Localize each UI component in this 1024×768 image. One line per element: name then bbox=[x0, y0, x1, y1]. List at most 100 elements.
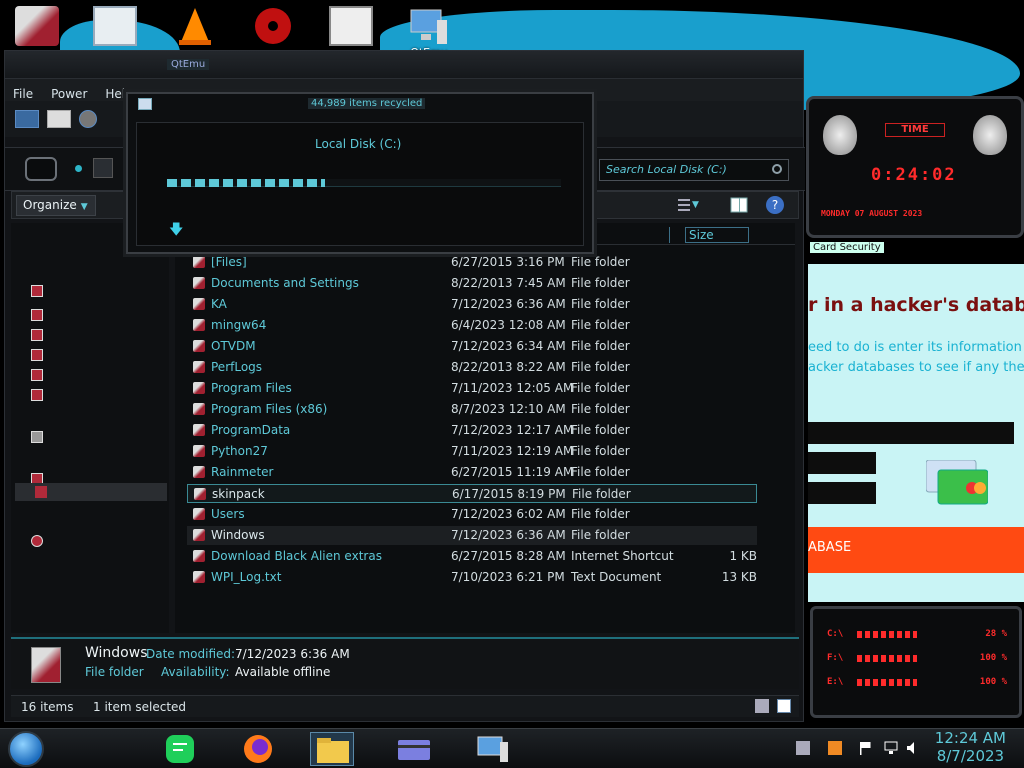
table-row[interactable]: WPI_Log.txt 7/10/2023 6:21 PM Text Documen… bbox=[187, 568, 757, 587]
folder-icon bbox=[193, 382, 205, 394]
file-name: ProgramData bbox=[211, 423, 291, 437]
file-name: mingw64 bbox=[211, 318, 267, 332]
table-row[interactable]: [Files] 6/27/2015 3:16 PM File folder bbox=[187, 253, 757, 272]
file-date: 6/27/2015 3:16 PM bbox=[451, 255, 565, 269]
nav-item-homegroup[interactable] bbox=[31, 431, 43, 447]
dialog-app-icon bbox=[138, 98, 152, 110]
organize-button[interactable]: Organize ▼ bbox=[16, 195, 96, 216]
status-selection: 1 item selected bbox=[93, 700, 187, 714]
expiry-input[interactable] bbox=[808, 452, 876, 474]
nav-item[interactable] bbox=[31, 285, 43, 301]
power-icon[interactable] bbox=[79, 110, 97, 128]
progress-dialog[interactable]: 44,989 items recycled Local Disk (C:) 🡇 bbox=[126, 92, 594, 254]
organize-label: Organize bbox=[23, 198, 77, 212]
table-row[interactable]: mingw64 6/4/2023 12:08 AM File folder bbox=[187, 316, 757, 335]
browser-tab[interactable]: Card Security bbox=[810, 242, 884, 253]
table-row[interactable]: Python27 7/11/2023 12:19 AM File folder bbox=[187, 442, 757, 461]
taskbar-app-firefox[interactable] bbox=[236, 732, 280, 766]
more-details-arrow-icon[interactable]: 🡇 bbox=[169, 219, 183, 243]
table-row[interactable]: KA 7/12/2023 6:36 AM File folder bbox=[187, 295, 757, 314]
taskbar-clock[interactable]: 12:24 AM 8/7/2023 bbox=[935, 729, 1006, 765]
check-database-button[interactable]: ABASE bbox=[808, 527, 1024, 573]
nav-item[interactable] bbox=[31, 369, 43, 385]
chevron-down-icon[interactable]: ▼ bbox=[692, 196, 710, 214]
folder-icon bbox=[193, 529, 205, 541]
file-date: 8/22/2013 8:22 AM bbox=[451, 360, 566, 374]
dialog-destination-link[interactable]: Local Disk (C:) bbox=[315, 137, 401, 151]
window-title: QtEmu bbox=[167, 59, 210, 70]
taskbar-app-qtemu[interactable] bbox=[470, 732, 514, 766]
keyboard-icon[interactable] bbox=[796, 741, 810, 755]
nav-item[interactable] bbox=[31, 349, 43, 365]
table-row[interactable]: OTVDM 7/12/2023 6:34 AM File folder bbox=[187, 337, 757, 356]
details-availability-value: Available offline bbox=[235, 665, 331, 679]
homegroup-icon bbox=[31, 431, 43, 443]
table-row[interactable]: skinpack 6/17/2015 8:19 PM File folder bbox=[187, 484, 757, 503]
taskbar-app-chat[interactable] bbox=[158, 732, 202, 766]
file-name: Users bbox=[211, 507, 245, 521]
nav-item[interactable] bbox=[31, 389, 43, 405]
table-row[interactable]: PerfLogs 8/22/2013 8:22 AM File folder bbox=[187, 358, 757, 377]
nav-item-network[interactable] bbox=[31, 535, 43, 551]
printer-icon[interactable] bbox=[47, 110, 71, 128]
widget-date: MONDAY 07 AUGUST 2023 bbox=[821, 209, 923, 218]
card-number-input[interactable] bbox=[808, 422, 1014, 444]
taskbar-app-card[interactable] bbox=[392, 732, 436, 766]
progress-bar-fill bbox=[167, 179, 325, 187]
page-heading: r in a hacker's database bbox=[808, 294, 1024, 316]
drive-meter-row: C:\ 28 % bbox=[827, 629, 1007, 641]
file-type: Internet Shortcut bbox=[571, 549, 674, 563]
table-row[interactable]: Rainmeter 6/27/2015 11:19 AM File folder bbox=[187, 463, 757, 482]
menu-file[interactable]: File bbox=[13, 87, 33, 101]
monitor-icon[interactable] bbox=[15, 110, 39, 128]
start-button[interactable] bbox=[8, 731, 44, 767]
window-titlebar[interactable]: QtEmu bbox=[5, 51, 803, 79]
folder-icon bbox=[193, 508, 205, 520]
drive-meter-row: F:\ 100 % bbox=[827, 653, 1007, 665]
browser-tab-bar: Card Security bbox=[808, 238, 1024, 264]
table-row[interactable]: ProgramData 7/12/2023 12:17 AM File folder bbox=[187, 421, 757, 440]
action-center-flag-icon[interactable] bbox=[858, 741, 872, 755]
folder-icon bbox=[193, 403, 205, 415]
back-button[interactable] bbox=[25, 157, 57, 181]
status-item-count: 16 items bbox=[21, 700, 74, 714]
nav-item-local-disk-selected[interactable] bbox=[15, 483, 167, 501]
menu-power[interactable]: Power bbox=[51, 87, 87, 101]
taskbar-app-explorer[interactable] bbox=[310, 732, 354, 766]
details-view-icon[interactable] bbox=[755, 699, 769, 713]
cvv-input[interactable] bbox=[808, 482, 876, 504]
file-name: [Files] bbox=[211, 255, 247, 269]
table-row[interactable]: Users 7/12/2023 6:02 AM File folder bbox=[187, 505, 757, 524]
details-pane: Windows File folder Date modified: 7/12/… bbox=[11, 637, 799, 689]
table-row[interactable]: Windows 7/12/2023 6:36 AM File folder bbox=[187, 526, 757, 545]
table-row[interactable]: Download Black Alien extras 6/27/2015 8:2… bbox=[187, 547, 757, 566]
file-name: skinpack bbox=[212, 487, 265, 501]
column-header-size[interactable]: Size bbox=[685, 227, 749, 243]
table-row[interactable]: Program Files (x86) 8/7/2023 12:10 AM File… bbox=[187, 400, 757, 419]
drive-label: C:\ bbox=[827, 629, 844, 639]
preview-pane-icon[interactable] bbox=[730, 196, 748, 214]
file-type: File folder bbox=[571, 339, 630, 353]
volume-icon[interactable] bbox=[906, 741, 920, 755]
help-icon[interactable]: ? bbox=[766, 196, 784, 214]
file-name: Python27 bbox=[211, 444, 268, 458]
network-icon[interactable] bbox=[884, 741, 898, 755]
search-input[interactable]: Search Local Disk (C:) bbox=[599, 159, 789, 181]
table-row[interactable]: Program Files 7/11/2023 12:05 AM File fold… bbox=[187, 379, 757, 398]
taskbar-date: 8/7/2023 bbox=[936, 747, 1005, 765]
app-tray-icon[interactable] bbox=[828, 741, 842, 755]
drive-usage-bar bbox=[857, 679, 917, 686]
file-name: Rainmeter bbox=[211, 465, 274, 479]
menu-help[interactable]: Hel bbox=[105, 87, 125, 101]
navigation-pane bbox=[11, 223, 169, 633]
large-icons-view-icon[interactable] bbox=[777, 699, 791, 713]
browser-window[interactable]: Card Security r in a hacker's database e… bbox=[808, 238, 1024, 602]
table-row[interactable]: Documents and Settings 8/22/2013 7:45 AM F… bbox=[187, 274, 757, 293]
nav-item[interactable] bbox=[31, 329, 43, 345]
nav-item[interactable] bbox=[31, 309, 43, 325]
file-type: File folder bbox=[571, 507, 630, 521]
unknown-app-icon bbox=[15, 6, 59, 46]
address-bar-icon[interactable] bbox=[93, 158, 113, 178]
forward-button[interactable] bbox=[75, 165, 82, 172]
search-icon[interactable] bbox=[772, 164, 782, 174]
